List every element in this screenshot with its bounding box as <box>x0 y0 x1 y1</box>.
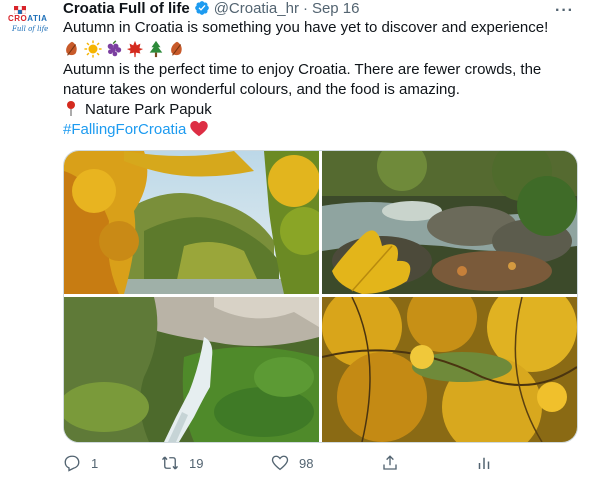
photo-waterfall-moss[interactable] <box>64 297 319 442</box>
author-handle[interactable]: @Croatia_hr <box>214 0 299 17</box>
photo-yellow-canopy[interactable] <box>322 297 577 442</box>
like-count: 98 <box>299 455 314 471</box>
location-text: Nature Park Papuk <box>85 101 212 118</box>
hashtag-line: #FallingForCroatia <box>63 120 578 140</box>
analytics-icon <box>478 457 490 469</box>
maple-leaf-icon <box>126 40 144 58</box>
reply-button[interactable]: 1 <box>63 452 98 474</box>
grapes-icon <box>107 40 122 57</box>
analytics-button[interactable] <box>475 452 493 474</box>
heart-icon <box>271 455 289 471</box>
photo-stream-yellow-leaf[interactable] <box>322 151 577 294</box>
fallen-leaf-icon <box>66 41 77 56</box>
avatar-logo-text: CROATIA <box>8 14 48 23</box>
red-heart-icon <box>190 121 209 137</box>
tweet-line-3: nature takes on wonderful colours, and t… <box>63 81 460 98</box>
avatar[interactable]: CROATIA Full of life <box>6 6 52 36</box>
tweet-header: Croatia Full of life @Croatia_hr · Sep 1… <box>63 0 360 18</box>
media-grid <box>63 150 578 443</box>
tweet-actions: 1 19 98 <box>63 452 503 474</box>
retweet-button[interactable]: 19 <box>161 452 203 474</box>
hashtag-link[interactable]: #FallingForCroatia <box>63 121 186 138</box>
retweet-icon <box>161 456 179 470</box>
reply-count: 1 <box>91 455 99 471</box>
location-line: Nature Park Papuk <box>63 100 578 120</box>
round-pushpin-icon <box>67 101 75 116</box>
tweet-line-2: Autumn is the perfect time to enjoy Croa… <box>63 61 542 78</box>
like-button[interactable]: 98 <box>271 452 313 474</box>
evergreen-tree-icon <box>149 40 163 58</box>
flag-checker-icon <box>14 6 26 14</box>
author-name[interactable]: Croatia Full of life <box>63 0 190 17</box>
tweet-line-1: Autumn in Croatia is something you have … <box>63 19 549 36</box>
avatar-tagline: Full of life <box>12 25 49 33</box>
tweet-text: Autumn in Croatia is something you have … <box>63 18 578 140</box>
retweet-count: 19 <box>189 455 204 471</box>
separator-dot: · <box>302 0 308 17</box>
fallen-leaf-icon <box>171 41 182 56</box>
tweet-date[interactable]: Sep 16 <box>312 0 360 17</box>
share-icon <box>383 455 397 470</box>
sun-icon <box>84 40 102 58</box>
photo-autumn-forest-river[interactable] <box>64 151 319 294</box>
emoji-row <box>63 38 578 60</box>
verified-badge-icon <box>194 1 209 15</box>
share-button[interactable] <box>381 452 399 474</box>
reply-icon <box>64 455 80 472</box>
